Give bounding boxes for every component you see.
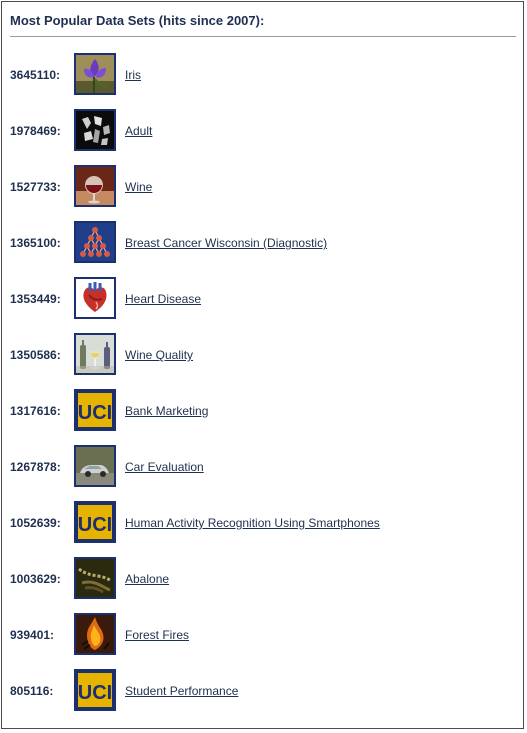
hit-count: 1527733:: [10, 180, 61, 194]
car-icon: [76, 447, 114, 485]
hit-count: 1978469:: [10, 124, 61, 138]
dataset-link[interactable]: Forest Fires: [125, 628, 189, 642]
dataset-row: 1052639: UCI Human Activity Recognition …: [10, 501, 518, 545]
dataset-row: 1353449: Heart Disease: [10, 277, 518, 321]
dataset-thumbnail[interactable]: [74, 165, 116, 207]
dataset-thumbnail[interactable]: UCI: [74, 669, 116, 711]
dataset-link[interactable]: Iris: [125, 68, 141, 82]
dataset-row: 939401: Forest Fires: [10, 613, 518, 657]
dataset-thumbnail[interactable]: [74, 333, 116, 375]
hit-count: 1353449:: [10, 292, 61, 306]
dataset-thumbnail[interactable]: [74, 613, 116, 655]
title-divider: [10, 36, 516, 37]
hit-count: 1267878:: [10, 460, 61, 474]
dataset-link[interactable]: Bank Marketing: [125, 404, 208, 418]
uci-logo-icon: UCI: [76, 391, 114, 429]
dataset-link[interactable]: Wine: [125, 180, 152, 194]
adult-icon: [76, 111, 114, 149]
hit-count: 3645110:: [10, 68, 61, 82]
dataset-thumbnail[interactable]: [74, 221, 116, 263]
hit-count: 805116:: [10, 684, 54, 698]
wine-glass-icon: [76, 167, 114, 205]
dataset-row: 1317616: UCI Bank Marketing: [10, 389, 518, 433]
hit-count: 939401:: [10, 628, 55, 642]
dataset-row: 1350586: Wine Quality: [10, 333, 518, 377]
dataset-thumbnail[interactable]: UCI: [74, 389, 116, 431]
dataset-link[interactable]: Abalone: [125, 572, 169, 586]
dataset-link[interactable]: Car Evaluation: [125, 460, 204, 474]
panel-title: Most Popular Data Sets (hits since 2007)…: [10, 13, 265, 28]
dataset-row: 1003629: Abalone: [10, 557, 518, 601]
uci-logo-icon: UCI: [76, 671, 114, 709]
dataset-row: 805116: UCI Student Performance: [10, 669, 518, 713]
hit-count: 1317616:: [10, 404, 61, 418]
popular-datasets-panel: Most Popular Data Sets (hits since 2007)…: [1, 1, 524, 729]
dataset-link[interactable]: Adult: [125, 124, 152, 138]
dataset-row: 1978469: Adult: [10, 109, 518, 153]
dataset-thumbnail[interactable]: [74, 109, 116, 151]
dataset-row: 1365100: Breast Cancer Wisconsin (Diagno…: [10, 221, 518, 265]
abalone-icon: [76, 559, 114, 597]
dataset-thumbnail[interactable]: [74, 557, 116, 599]
dataset-thumbnail[interactable]: [74, 277, 116, 319]
hit-count: 1052639:: [10, 516, 61, 530]
heart-anatomy-icon: [76, 279, 114, 317]
dataset-link[interactable]: Wine Quality: [125, 348, 193, 362]
dataset-thumbnail[interactable]: [74, 53, 116, 95]
forest-fire-icon: [76, 615, 114, 653]
hit-count: 1003629:: [10, 572, 61, 586]
dataset-link[interactable]: Human Activity Recognition Using Smartph…: [125, 516, 380, 530]
dataset-link[interactable]: Student Performance: [125, 684, 238, 698]
hit-count: 1350586:: [10, 348, 61, 362]
dataset-row: 3645110: Iris: [10, 53, 518, 97]
svg-text:UCI: UCI: [78, 682, 112, 704]
svg-text:UCI: UCI: [78, 402, 112, 424]
wine-bottles-icon: [76, 335, 114, 373]
dataset-link[interactable]: Heart Disease: [125, 292, 201, 306]
iris-flower-icon: [76, 55, 114, 93]
dataset-row: 1267878: Car Evaluation: [10, 445, 518, 489]
dataset-link[interactable]: Breast Cancer Wisconsin (Diagnostic): [125, 236, 327, 250]
dataset-row: 1527733: Wine: [10, 165, 518, 209]
network-diagram-icon: [76, 223, 114, 261]
dataset-thumbnail[interactable]: [74, 445, 116, 487]
dataset-thumbnail[interactable]: UCI: [74, 501, 116, 543]
uci-logo-icon: UCI: [76, 503, 114, 541]
svg-text:UCI: UCI: [78, 514, 112, 536]
hit-count: 1365100:: [10, 236, 61, 250]
